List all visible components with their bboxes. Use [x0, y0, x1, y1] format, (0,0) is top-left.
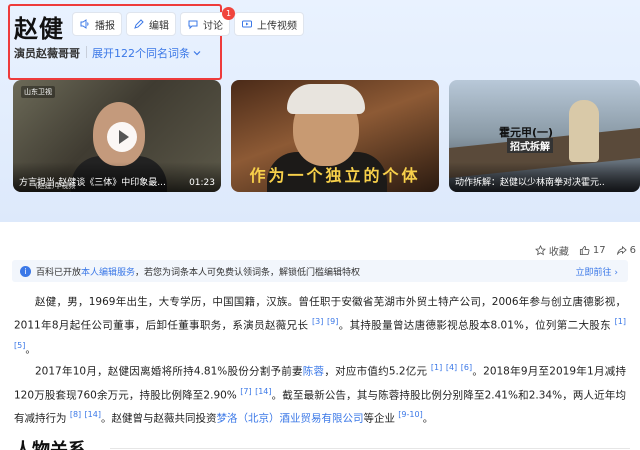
portrait-hair	[287, 84, 365, 114]
page-title: 赵健	[14, 15, 64, 43]
share-count: 6	[629, 245, 636, 256]
reference-link[interactable]: [14]	[255, 387, 271, 396]
speaker-icon	[80, 19, 89, 29]
broadcast-button[interactable]: 播报	[72, 12, 122, 36]
paragraph-text: 2017年10月，赵健因离婚将所持4.81%股份分割予前妻	[35, 365, 303, 378]
like-button[interactable]: 17	[579, 245, 606, 256]
edit-service-link[interactable]: 本人编辑服务	[81, 265, 135, 278]
video-subtitle-text: (赵建)中视频	[35, 182, 76, 190]
broadcast-label: 播报	[95, 20, 115, 32]
reference-link[interactable]: [4]	[446, 363, 457, 372]
section-title-relations: 人物关系	[14, 436, 86, 450]
reference-link[interactable]: [6]	[461, 363, 472, 372]
like-count: 17	[592, 245, 606, 256]
expand-homonyms-link[interactable]: 展开122个同名词条	[92, 45, 201, 61]
reference-link[interactable]: [14]	[85, 410, 101, 419]
subtitle-divider	[86, 46, 87, 58]
reference-link[interactable]: [8]	[70, 410, 81, 419]
image-card-2[interactable]: 作为一个独立的个体	[231, 80, 439, 192]
scene-subtitle-text: 招式拆解	[507, 138, 553, 153]
summary-paragraph-2: 2017年10月，赵健因离婚将所持4.81%股份分割予前妻陈蓉，对应市值约5.2…	[14, 358, 626, 429]
reference-link[interactable]: [7]	[240, 387, 251, 396]
expand-homonyms-label: 展开122个同名词条	[92, 47, 190, 60]
play-icon[interactable]	[107, 122, 137, 152]
company-link[interactable]: 梦洛（北京）酒业贸易有限公司	[216, 413, 363, 425]
reference-link[interactable]: [9]	[327, 317, 338, 326]
reference-link[interactable]: [5]	[14, 341, 25, 350]
notice-prefix: 百科已开放	[36, 267, 82, 278]
info-icon: i	[20, 265, 31, 277]
reference-link[interactable]: [9-10]	[398, 410, 422, 419]
discuss-label: 讨论	[203, 20, 223, 32]
person-link-chen-rong[interactable]: 陈蓉	[303, 366, 325, 378]
paragraph-text: 。其持股量曾达唐德影视总股本8.01%，位列第二大股东	[338, 319, 611, 332]
edit-button[interactable]: 编辑	[126, 12, 176, 36]
entry-subtitle: 演员赵薇哥哥	[14, 47, 80, 60]
paragraph-text: ，对应市值约5.2亿元	[324, 365, 428, 378]
collect-label: 收藏	[548, 247, 569, 258]
collect-button[interactable]: 收藏	[534, 243, 569, 258]
share-icon	[616, 245, 627, 255]
reference-link[interactable]: [1]	[431, 363, 442, 372]
chevron-right-icon: ›	[614, 267, 618, 278]
pencil-icon	[134, 19, 144, 29]
reference-link[interactable]: [3]	[312, 317, 323, 326]
entry-stats: 收藏 17 6	[534, 243, 636, 258]
upload-video-label: 上传视频	[257, 20, 297, 32]
notice-text: ，若您为词条本人可免费认领词条，解锁低门槛编辑特权	[135, 267, 361, 278]
summary-paragraph-1: 赵健，男，1969年出生，大专学历，中国国籍，汉族。曾任职于安徽省芜湖市外贸土特…	[14, 293, 626, 359]
go-now-label: 立即前往	[575, 267, 612, 278]
chevron-down-icon	[193, 51, 201, 56]
video-card-1[interactable]: 山东卫视 方言担当-赵健谈《三体》中印象最... 01:23 (赵建)中视频	[13, 80, 221, 192]
hero-banner: 赵健 播报 编辑 讨论 1 上传视频 演员赵薇哥哥 展开122个同名词条 山东卫…	[0, 0, 640, 222]
video-card-3[interactable]: 霍元甲(一) 招式拆解 动作拆解：赵健以少林南拳对决霍元...	[449, 80, 640, 192]
scene-fighter	[569, 100, 599, 162]
video-caption-bar: 动作拆解：赵健以少林南拳对决霍元...	[449, 162, 640, 192]
title-actions: 播报 编辑 讨论 1 上传视频	[72, 7, 304, 36]
paragraph-text: 。	[422, 412, 434, 425]
thumbs-up-icon	[579, 245, 590, 256]
discuss-button[interactable]: 讨论 1	[180, 7, 235, 36]
reference-link[interactable]: [1]	[615, 317, 626, 326]
upload-video-button[interactable]: 上传视频	[234, 12, 304, 36]
share-button[interactable]: 6	[616, 245, 636, 256]
video-icon	[242, 20, 252, 28]
chat-bubble-icon	[188, 20, 198, 30]
channel-logo: 山东卫视	[21, 86, 55, 98]
edit-label: 编辑	[149, 20, 169, 32]
star-icon	[534, 245, 546, 256]
video-title: 动作拆解：赵健以少林南拳对决霍元...	[455, 178, 605, 188]
discuss-badge: 1	[222, 7, 235, 20]
section-divider	[110, 448, 630, 449]
paragraph-text: 等企业	[363, 412, 395, 425]
go-now-link[interactable]: 立即前往 ›	[576, 265, 619, 278]
paragraph-text: 。赵健曾与赵薇共同投资	[100, 412, 217, 425]
paragraph-text: 。	[25, 343, 36, 355]
image-overlay-text: 作为一个独立的个体	[249, 166, 421, 185]
video-duration: 01:23	[189, 178, 215, 188]
edit-service-notice: i 百科已开放 本人编辑服务 ，若您为词条本人可免费认领词条，解锁低门槛编辑特权…	[12, 260, 628, 282]
